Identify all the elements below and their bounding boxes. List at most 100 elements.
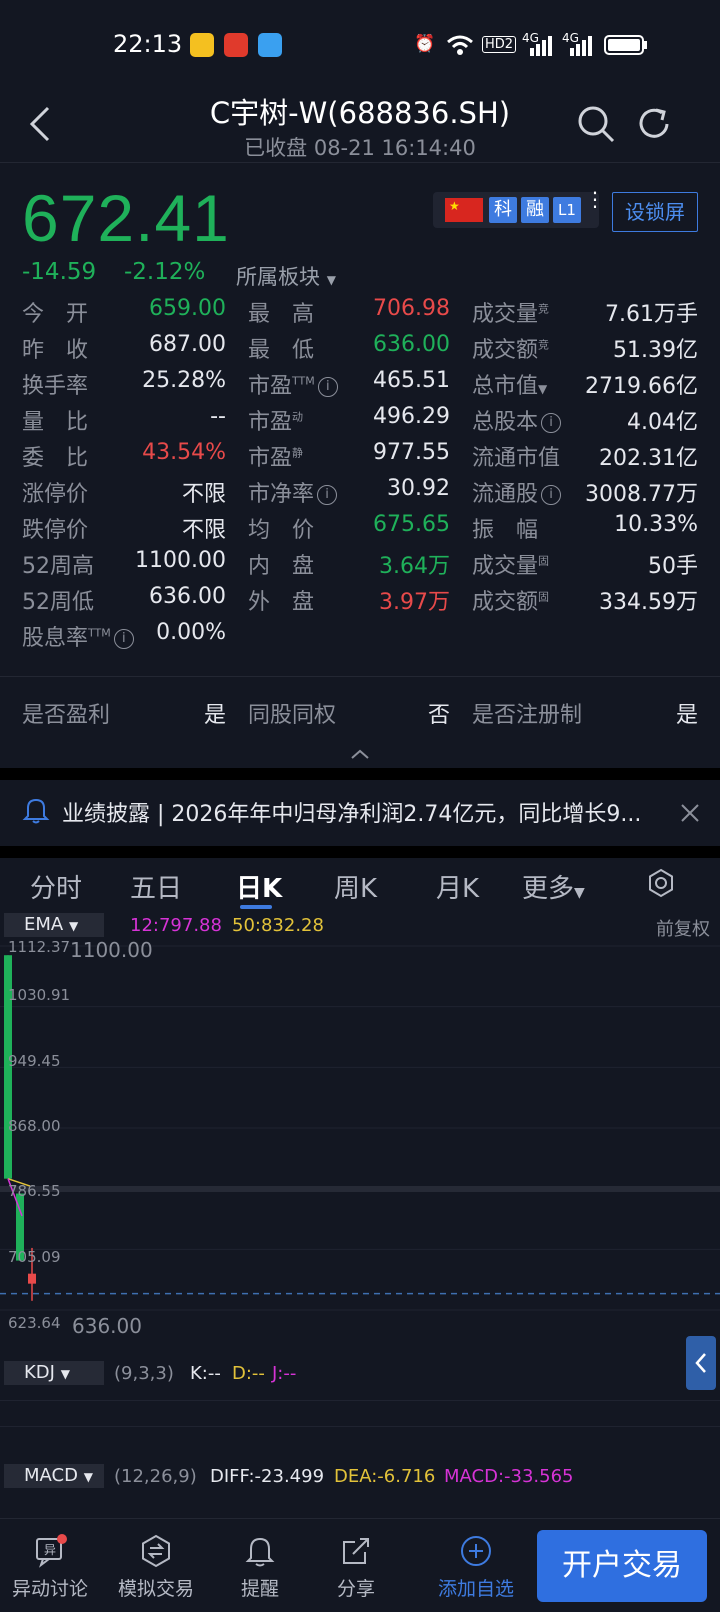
turnover-rate-value: 25.28%: [142, 368, 226, 393]
low-label: 最 低: [248, 338, 315, 363]
tab-weekly-k[interactable]: 周K: [334, 868, 377, 905]
nav-add-watchlist[interactable]: 添加自选: [426, 1518, 526, 1612]
y-tick-2: 949.45: [8, 1052, 61, 1070]
sector-dropdown[interactable]: 所属板块 ▼: [236, 261, 336, 291]
stock-title: C宇树-W(688836.SH): [209, 96, 511, 130]
info-icon: i: [317, 377, 338, 397]
section-divider-2: [0, 846, 720, 858]
fixed-volume-label: 成交量固: [472, 554, 550, 579]
level1-badge: L1: [553, 197, 581, 223]
fixed-turnover-label: 成交额固: [472, 590, 550, 615]
expand-panel-button[interactable]: [686, 1336, 716, 1390]
tab-daily-k[interactable]: 日K: [236, 868, 282, 905]
info-icon: i: [317, 485, 338, 505]
quote-divider: [0, 676, 720, 677]
toutiao-app-icon: [224, 33, 248, 57]
back-icon[interactable]: [28, 104, 52, 144]
lock-screen-button[interactable]: 设锁屏: [612, 192, 698, 232]
52w-low-label: 52周低: [22, 590, 94, 615]
limit-down-label: 跌停价: [22, 518, 89, 543]
high-label: 最 高: [248, 302, 315, 327]
signal-icon: [530, 36, 552, 56]
prev-close-label: 昨 收: [22, 338, 89, 363]
ema12-value: 12:797.88: [130, 915, 222, 936]
discussion-icon: 异: [36, 1534, 67, 1568]
macd-dea: DEA:-6.716: [334, 1466, 436, 1487]
volume-label: 成交量竞: [472, 302, 550, 327]
caret-down-icon: ▼: [538, 382, 548, 396]
nav-discussion[interactable]: 异 异动讨论: [0, 1518, 100, 1612]
candle-body: [28, 1273, 36, 1284]
open-label: 今 开: [22, 302, 89, 327]
float-shares-label[interactable]: 流通股 i: [472, 476, 562, 508]
outer-volume-label: 外 盘: [248, 590, 315, 615]
header-divider: [0, 162, 720, 163]
china-flag-icon: ★: [445, 198, 483, 222]
y-tick-4: 786.55: [8, 1182, 61, 1200]
same-rights-value: 否: [427, 703, 450, 728]
float-cap-value: 202.31亿: [599, 446, 698, 471]
pe-dynamic-label: 市盈动: [248, 410, 304, 435]
pe-static-label: 市盈静: [248, 446, 304, 471]
kdj-gridline-2: [0, 1426, 720, 1427]
notice-text[interactable]: 业绩披露 | 2026年年中归母净利润2.74亿元，同比增长9...: [62, 796, 641, 828]
y-tick-5: 705.09: [8, 1248, 61, 1266]
y-tick-3: 868.00: [8, 1117, 61, 1135]
chevron-left-icon: [695, 1353, 706, 1373]
collapse-chevron-icon[interactable]: [350, 748, 370, 760]
same-rights-label: 同股同权: [248, 703, 337, 728]
volume-value: 7.61万手: [605, 302, 698, 327]
commission-ratio-label: 委 比: [22, 446, 89, 471]
refresh-icon[interactable]: [634, 104, 674, 144]
fixed-turnover-value: 334.59万: [599, 590, 698, 615]
kline-chart[interactable]: [0, 938, 720, 1318]
profitable-label: 是否盈利: [22, 703, 111, 728]
tab-intraday[interactable]: 分时: [30, 868, 82, 905]
chart-band: [0, 1186, 720, 1192]
ema-selector[interactable]: EMA ▼: [4, 913, 104, 937]
price-change-pct: -2.12%: [124, 259, 206, 285]
kdj-gridline: [0, 1400, 720, 1401]
open-value: 659.00: [149, 296, 226, 321]
limit-up-value: 不限: [181, 482, 226, 507]
inner-volume-value: 3.64万: [379, 554, 450, 579]
weather-app-icon: [258, 33, 282, 57]
total-shares-label[interactable]: 总股本 i: [472, 404, 562, 436]
caret-down-icon: ▼: [68, 919, 79, 933]
market-status: 已收盘 08-21 16:14:40: [244, 136, 476, 160]
caret-down-icon: ▼: [60, 1367, 70, 1381]
turnover-rate-label: 换手率: [22, 374, 89, 399]
badge-group[interactable]: ★ 科 融 L1 ⋮: [433, 189, 605, 228]
status-bar: 22:13 ⏰ HD2 4G 4G: [0, 0, 720, 90]
pb-label[interactable]: 市净率 i: [248, 476, 338, 508]
pe-ttm-label[interactable]: 市盈TTM i: [248, 368, 338, 400]
volume-ratio-label: 量 比: [22, 410, 89, 435]
y-tick-0: 1112.37: [8, 938, 71, 956]
nav-alert[interactable]: 提醒: [210, 1518, 310, 1612]
macd-selector[interactable]: MACD ▼: [4, 1464, 104, 1488]
nav-simulate[interactable]: 模拟交易: [106, 1518, 206, 1612]
kdj-selector[interactable]: KDJ ▼: [4, 1361, 104, 1385]
tab-monthly-k[interactable]: 月K: [436, 868, 479, 905]
tab-five-day[interactable]: 五日: [130, 868, 182, 905]
kdj-k: K:--: [190, 1363, 221, 1384]
close-icon[interactable]: [680, 803, 700, 823]
tab-more[interactable]: 更多▼: [522, 868, 585, 905]
market-cap-label[interactable]: 总市值▼: [472, 368, 547, 400]
float-shares-value: 3008.77万: [585, 482, 698, 507]
search-icon[interactable]: [576, 104, 616, 144]
caret-down-icon: ▼: [83, 1470, 93, 1484]
settings-icon[interactable]: [646, 868, 676, 898]
turnover-label: 成交额竞: [472, 338, 550, 363]
float-cap-label: 流通市值: [472, 446, 561, 471]
hd-badge-icon: HD2: [482, 36, 517, 53]
open-account-button[interactable]: 开户交易: [537, 1530, 707, 1602]
kdj-params: (9,3,3): [114, 1363, 174, 1384]
high-price-label: 1100.00: [70, 938, 153, 962]
status-time: 22:13: [113, 30, 183, 58]
add-circle-icon: [461, 1536, 491, 1566]
nav-share[interactable]: 分享: [306, 1518, 406, 1612]
alarm-icon: ⏰: [414, 34, 436, 54]
macd-params: (12,26,9): [114, 1466, 197, 1487]
dividend-yield-label[interactable]: 股息率TTM i: [22, 620, 134, 652]
